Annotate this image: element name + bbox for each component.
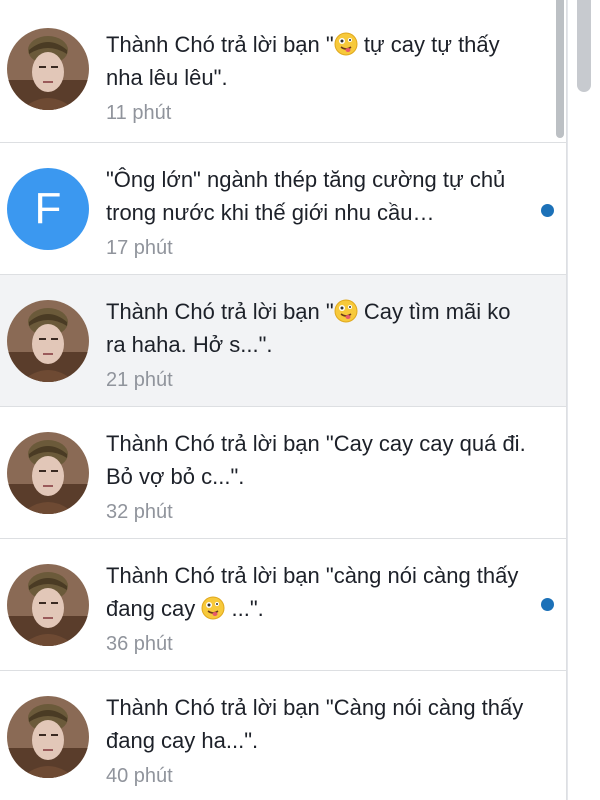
notification-item[interactable]: Thành Chó trả lời bạn " Cay tìm mãi ko r… — [0, 275, 566, 407]
notification-time: 21 phút — [106, 369, 173, 391]
notification-list: Thành Chó trả lời bạn " tự cay tự thấy n… — [0, 0, 566, 800]
zany-face-emoji — [334, 32, 358, 56]
notification-item[interactable]: Thành Chó trả lời bạn "Cay cay cay quá đ… — [0, 407, 566, 539]
notification-time: 32 phút — [106, 501, 173, 523]
zany-face-emoji — [334, 299, 358, 323]
notification-text: Thành Chó trả lời bạn "càng nói càng thấ… — [106, 563, 519, 621]
notification-time: 40 phút — [106, 765, 173, 787]
avatar[interactable]: F — [7, 168, 89, 250]
avatar[interactable] — [7, 432, 89, 514]
notification-time: 11 phút — [106, 102, 172, 124]
unread-dot-icon[interactable] — [541, 598, 554, 611]
list-scrollbar-thumb[interactable] — [556, 0, 564, 138]
avatar-letter: F — [34, 184, 62, 233]
notification-content: "Ông lớn" ngành thép tăng cường tự chủ t… — [106, 163, 526, 261]
page-scrollbar[interactable] — [567, 0, 600, 800]
avatar[interactable] — [7, 564, 89, 646]
page-scrollbar-thumb[interactable] — [577, 0, 591, 92]
zany-face-emoji — [201, 596, 225, 620]
notification-text: "Ông lớn" ngành thép tăng cường tự chủ t… — [106, 167, 506, 225]
notification-text: Thành Chó trả lời bạn "Càng nói càng thấ… — [106, 695, 524, 753]
avatar[interactable] — [7, 696, 89, 778]
notification-content: Thành Chó trả lời bạn "Cay cay cay quá đ… — [106, 427, 526, 525]
notifications-panel: Thành Chó trả lời bạn " tự cay tự thấy n… — [0, 0, 567, 800]
notification-text: Thành Chó trả lời bạn " tự cay tự thấy n… — [106, 32, 500, 90]
unread-dot-icon[interactable] — [541, 204, 554, 217]
notification-time: 17 phút — [106, 237, 173, 259]
notification-item[interactable]: Thành Chó trả lời bạn "càng nói càng thấ… — [0, 539, 566, 671]
avatar[interactable] — [7, 300, 89, 382]
notification-time: 36 phút — [106, 633, 173, 655]
avatar[interactable] — [7, 28, 89, 110]
notification-text: Thành Chó trả lời bạn " Cay tìm mãi ko r… — [106, 299, 511, 357]
notification-text: Thành Chó trả lời bạn "Cay cay cay quá đ… — [106, 431, 526, 489]
notification-item[interactable]: F "Ông lớn" ngành thép tăng cường tự chủ… — [0, 143, 566, 275]
notification-content: Thành Chó trả lời bạn " Cay tìm mãi ko r… — [106, 295, 526, 393]
notification-content: Thành Chó trả lời bạn "Càng nói càng thấ… — [106, 691, 526, 789]
notification-item[interactable]: Thành Chó trả lời bạn "Càng nói càng thấ… — [0, 671, 566, 800]
notification-content: Thành Chó trả lời bạn "càng nói càng thấ… — [106, 559, 526, 657]
notification-item[interactable]: Thành Chó trả lời bạn " tự cay tự thấy n… — [0, 0, 566, 143]
notification-content: Thành Chó trả lời bạn " tự cay tự thấy n… — [106, 28, 526, 126]
